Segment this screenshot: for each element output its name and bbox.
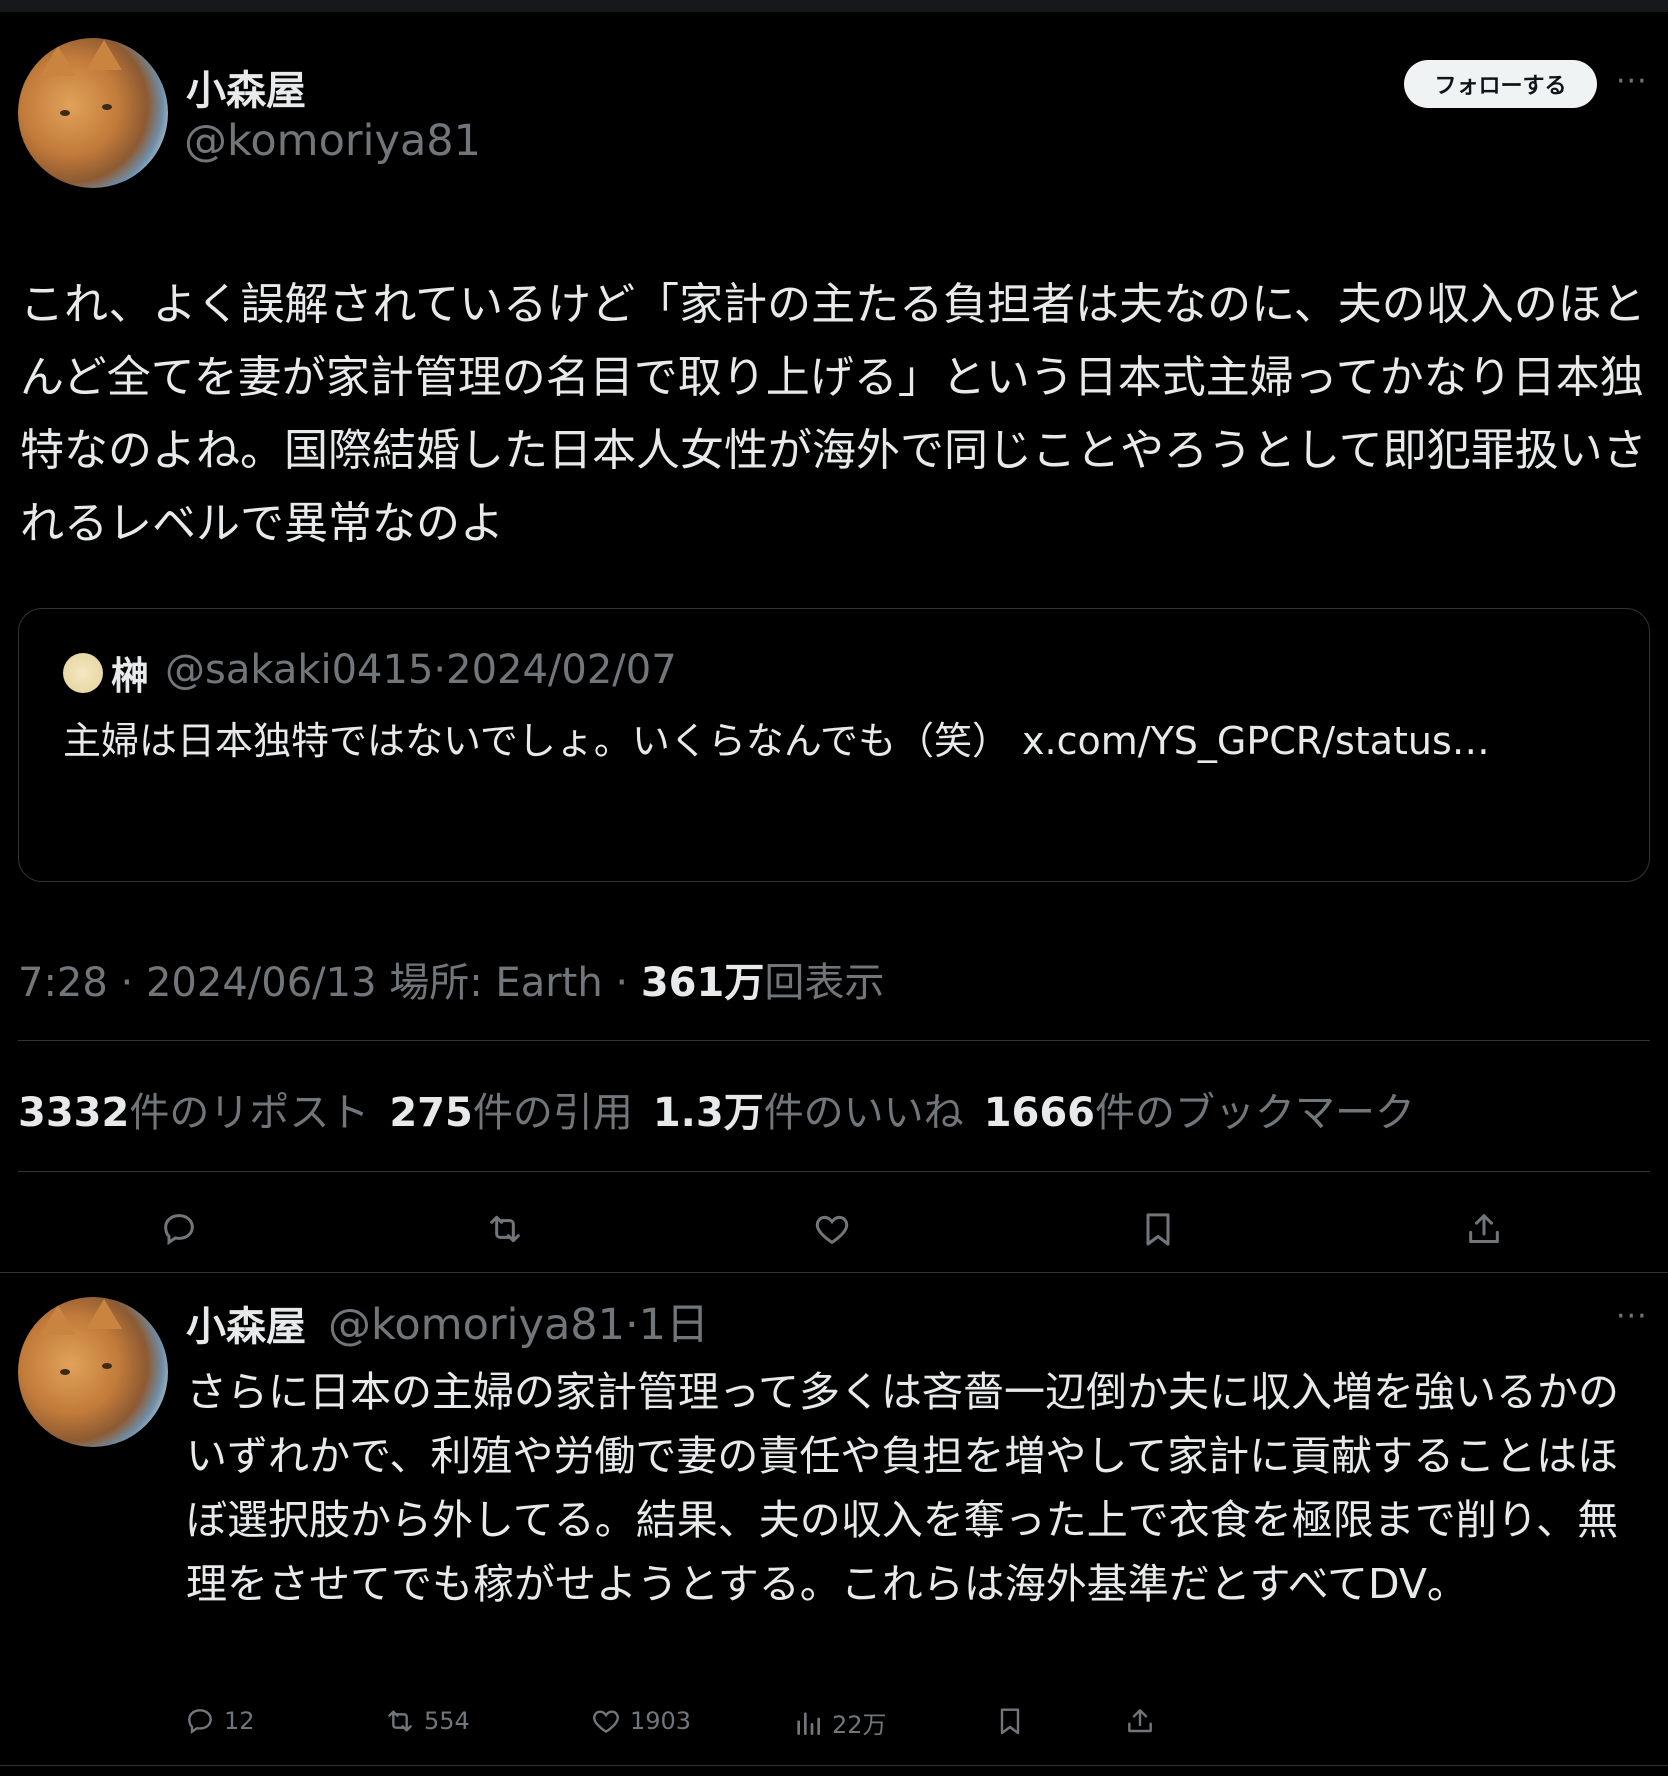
tweet-meta: 7:28 · 2024/06/13 場所: Earth · 361万回表示 — [18, 950, 884, 1008]
author-handle[interactable]: @komoriya81 — [184, 116, 481, 166]
reposts-count: 3332 — [18, 1090, 130, 1136]
quoted-tweet-card[interactable]: 榊 @sakaki0415·2024/02/07 主婦は日本独特ではないでしょ。… — [18, 608, 1650, 882]
repost-icon[interactable] — [481, 1205, 529, 1253]
follow-button[interactable]: フォローする — [1404, 60, 1597, 108]
bookmarks-label: 件のブックマーク — [1095, 1090, 1416, 1136]
quoted-author-handle-date: @sakaki0415·2024/02/07 — [165, 647, 677, 693]
reply-like-button[interactable]: 1903 — [590, 1705, 691, 1737]
author-name[interactable]: 小森屋 — [186, 58, 306, 116]
reply-author-handle-time[interactable]: @komoriya81·1日 — [328, 1290, 709, 1352]
quotes-count: 275 — [389, 1090, 473, 1136]
bookmarks-stat[interactable]: 1666件のブックマーク — [984, 1090, 1415, 1136]
quotes-stat[interactable]: 275件の引用 — [389, 1090, 633, 1136]
like-count: 1903 — [630, 1707, 692, 1735]
cat-eye-left — [60, 110, 70, 116]
share-icon[interactable] — [1460, 1205, 1508, 1253]
reply-more-options-icon[interactable]: ··· — [1616, 1302, 1648, 1332]
repost-count: 554 — [424, 1707, 470, 1735]
reply-author-name[interactable]: 小森屋 — [186, 1294, 306, 1352]
quoted-author-avatar — [63, 653, 103, 693]
cat-eye-left — [60, 1369, 70, 1375]
likes-count: 1.3万 — [652, 1090, 764, 1136]
engagement-stats: 3332件のリポスト 275件の引用 1.3万件のいいね 1666件のブックマーク — [18, 1080, 1415, 1138]
bookmarks-count: 1666 — [983, 1090, 1096, 1136]
reply-bookmark-button[interactable] — [994, 1705, 1026, 1737]
share-icon — [1128, 1709, 1152, 1733]
cat-ear-left — [40, 46, 76, 76]
divider — [0, 1272, 1668, 1273]
cat-eye-right — [102, 104, 112, 110]
reply-repost-button[interactable]: 554 — [384, 1705, 470, 1737]
reply-tweet-text: さらに日本の主婦の家計管理って多くは吝嗇一辺倒か夫に収入増を強いるかのいずれかで… — [186, 1368, 1619, 1608]
divider — [18, 1040, 1650, 1041]
bookmark-icon — [1000, 1708, 1020, 1735]
author-avatar[interactable] — [18, 38, 168, 188]
view-label: 回表示 — [764, 960, 885, 1006]
cat-ear-right — [86, 40, 122, 70]
top-bar — [0, 0, 1668, 12]
like-icon[interactable] — [808, 1205, 856, 1253]
reply-reply-button[interactable]: 12 — [184, 1705, 255, 1737]
tweet-text: これ、よく誤解されているけど「家計の主たる負担者は夫なのに、夫の収入のほとんど全… — [20, 279, 1647, 549]
more-options-icon[interactable]: ··· — [1616, 67, 1648, 97]
likes-label: 件のいいね — [763, 1090, 964, 1136]
divider — [18, 1171, 1650, 1172]
cat-ear-left — [40, 1305, 76, 1335]
views-count: 22万 — [832, 1711, 887, 1739]
cat-ear-right — [86, 1299, 122, 1329]
view-count: 361万 — [640, 960, 765, 1006]
quotes-label: 件の引用 — [472, 1090, 633, 1136]
reply-count: 12 — [224, 1707, 255, 1735]
quoted-author-name: 榊 — [111, 654, 150, 698]
repost-icon — [388, 1710, 412, 1732]
cat-eye-right — [102, 1363, 112, 1369]
reply-views-button[interactable]: 22万 — [792, 1705, 887, 1740]
quoted-tweet-text: 主婦は日本独特ではないでしょ。いくらなんでも（笑） x.com/YS_GPCR/… — [63, 719, 1490, 763]
views-icon — [797, 1711, 820, 1735]
reply-share-button[interactable] — [1124, 1705, 1156, 1737]
divider — [0, 1765, 1668, 1766]
reply-icon[interactable] — [155, 1205, 203, 1253]
reply-icon — [188, 1709, 212, 1734]
likes-stat[interactable]: 1.3万件のいいね — [653, 1090, 964, 1136]
bookmark-icon[interactable] — [1134, 1205, 1182, 1253]
reposts-stat[interactable]: 3332件のリポスト — [18, 1090, 369, 1136]
timestamp-location[interactable]: 7:28 · 2024/06/13 場所: Earth · — [18, 960, 641, 1006]
reply-author-avatar[interactable] — [18, 1297, 168, 1447]
reposts-label: 件のリポスト — [129, 1090, 370, 1136]
like-icon — [593, 1710, 619, 1734]
